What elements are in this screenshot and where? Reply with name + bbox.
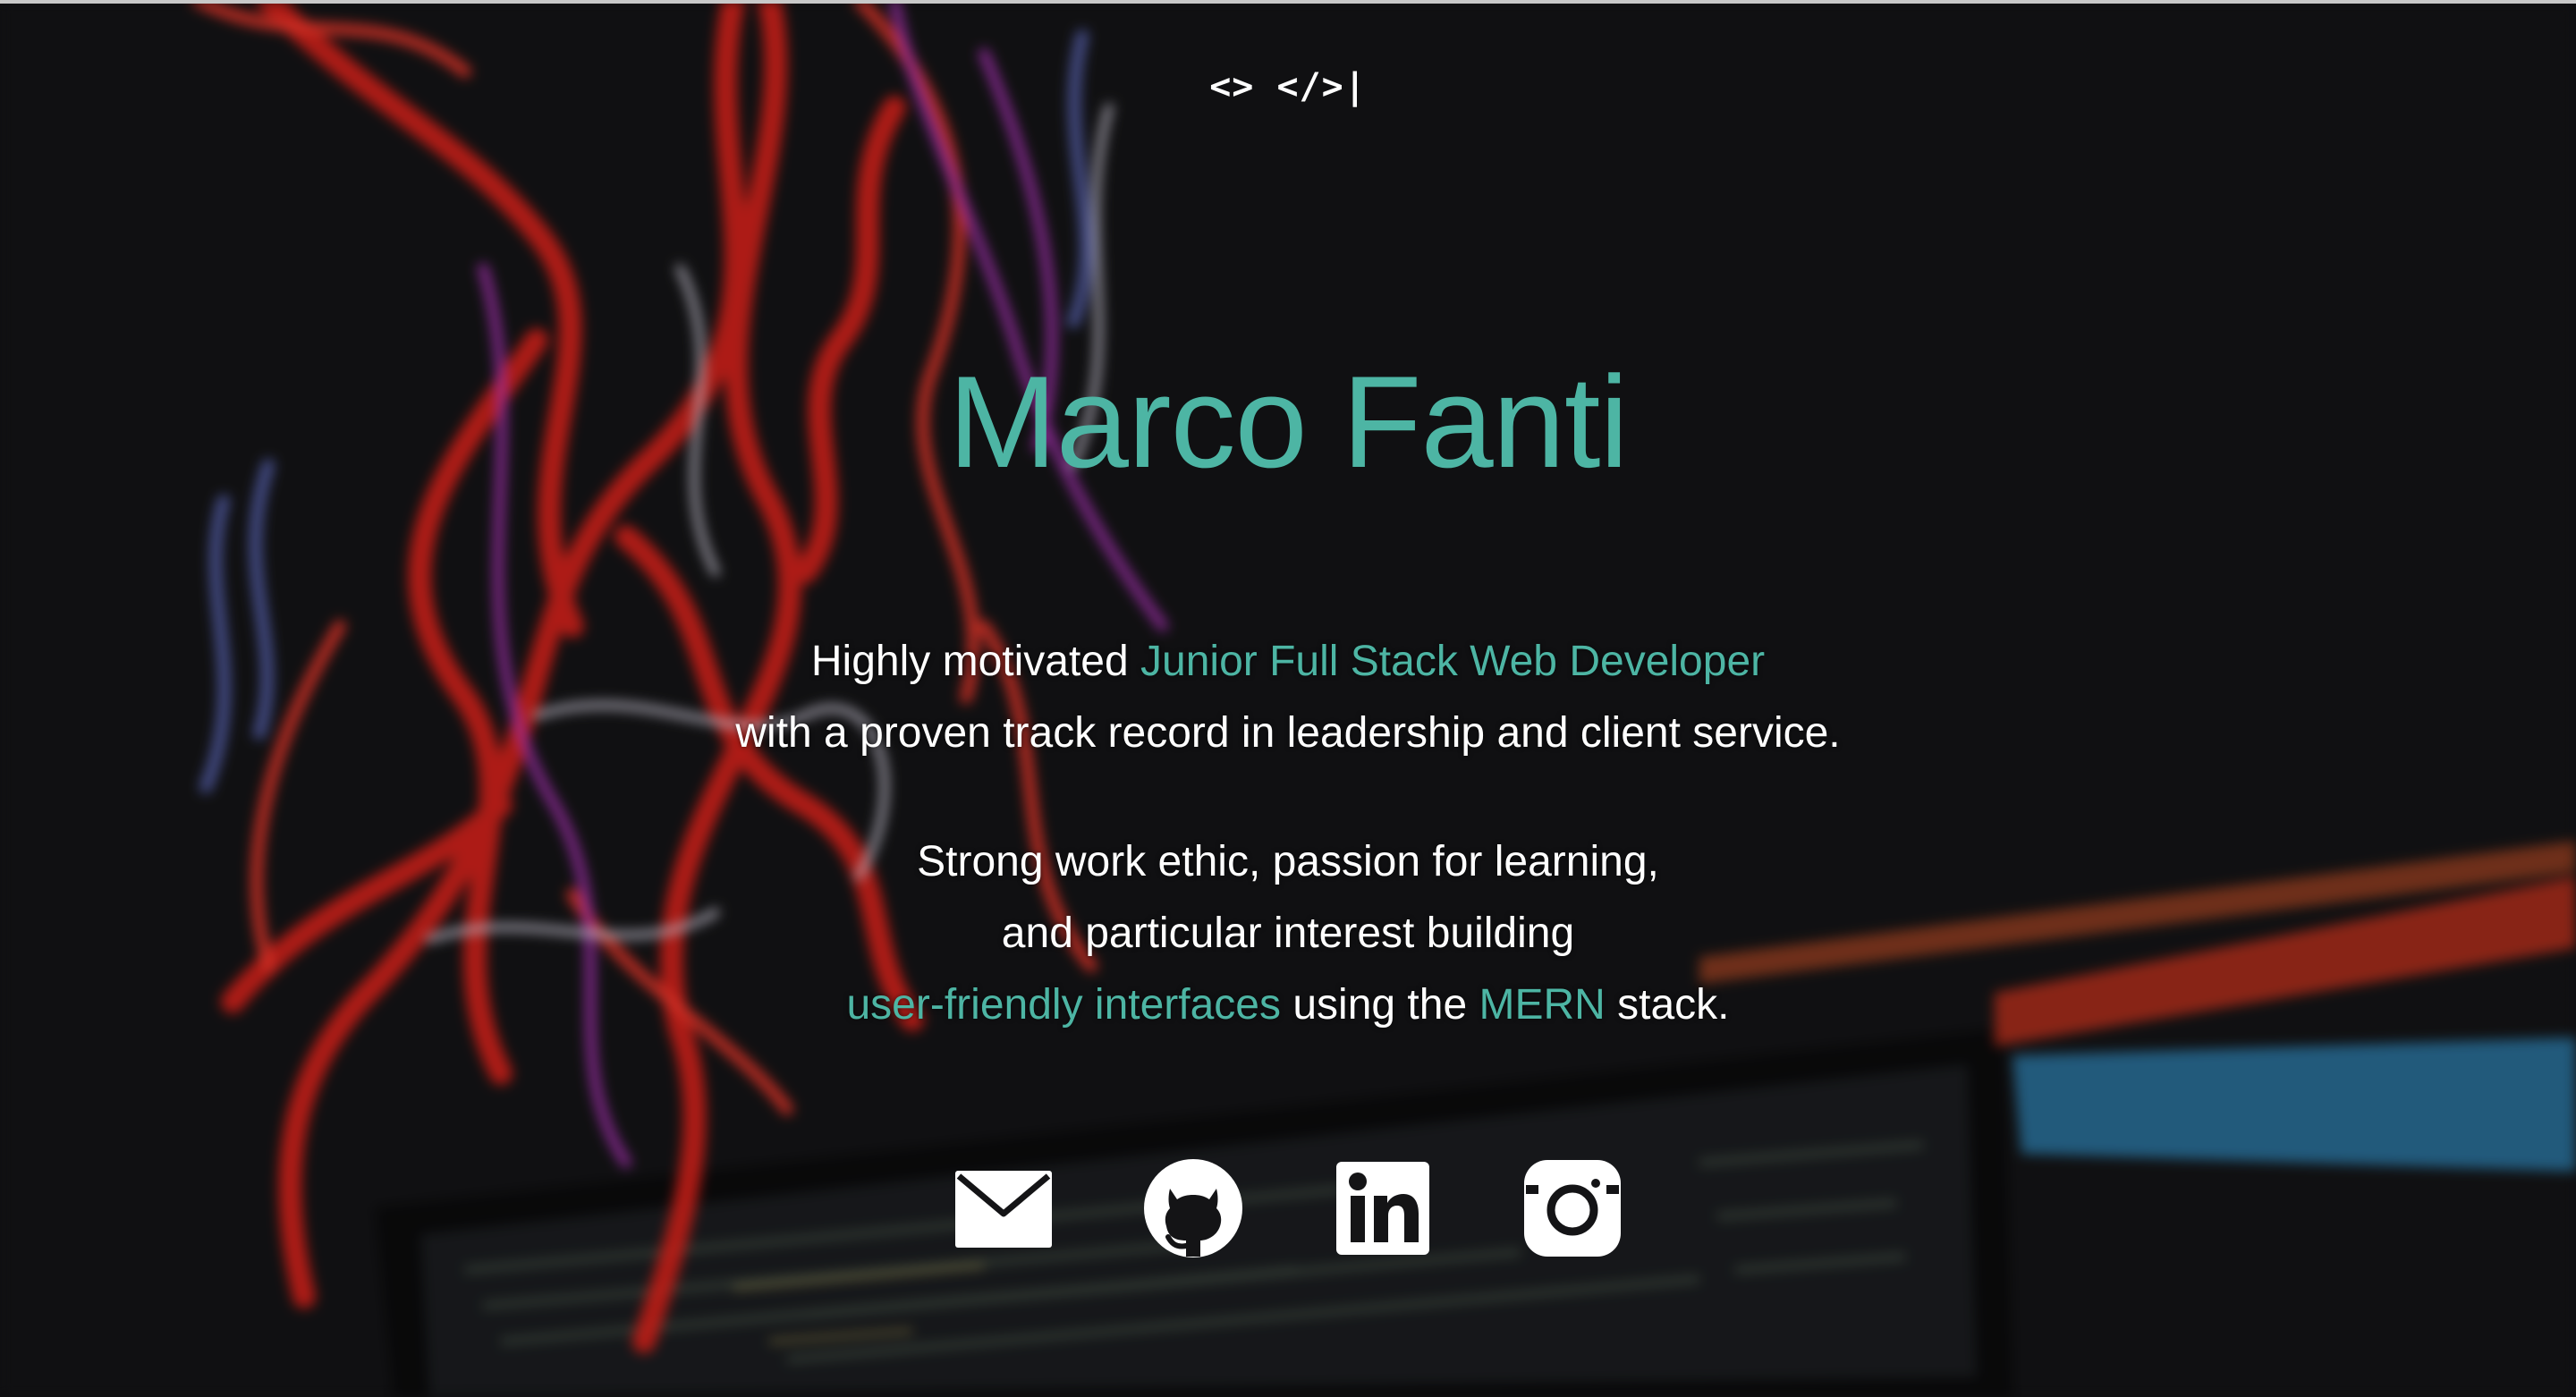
- mern-highlight: MERN: [1479, 981, 1606, 1029]
- hero-name: Marco Fanti: [948, 349, 1629, 495]
- intro-line-2: with a proven track record in leadership…: [735, 709, 1841, 757]
- mail-icon: [955, 1171, 1052, 1248]
- intro-line-3: Strong work ethic, passion for learning,: [917, 838, 1659, 885]
- social-links: [0, 1158, 2576, 1258]
- top-border: [0, 0, 2576, 4]
- github-icon: [1144, 1159, 1242, 1257]
- hero-section: <> </>| Marco Fanti Highly motivated Jun…: [0, 0, 2576, 1397]
- intro-line-5-mid: using the: [1281, 981, 1479, 1029]
- intro-line-1-text: Highly motivated: [810, 638, 1141, 685]
- linkedin-icon: [1336, 1162, 1429, 1255]
- intro-line-5: user-friendly interfaces using the MERN …: [0, 969, 2576, 1041]
- linkedin-link[interactable]: [1333, 1158, 1433, 1258]
- github-link[interactable]: [1143, 1158, 1243, 1258]
- instagram-icon: [1524, 1160, 1621, 1257]
- hero-intro: Highly motivated Junior Full Stack Web D…: [0, 626, 2576, 1041]
- intro-line-1: Highly motivated Junior Full Stack Web D…: [0, 626, 2576, 698]
- instagram-link[interactable]: [1522, 1158, 1623, 1258]
- site-logo[interactable]: <> </>|: [0, 66, 2576, 107]
- interfaces-highlight: user-friendly interfaces: [846, 981, 1281, 1029]
- intro-role-highlight: Junior Full Stack Web Developer: [1140, 638, 1766, 685]
- intro-line-4: and particular interest building: [1001, 910, 1575, 957]
- intro-line-5-end: stack.: [1605, 981, 1730, 1029]
- email-link[interactable]: [953, 1158, 1054, 1258]
